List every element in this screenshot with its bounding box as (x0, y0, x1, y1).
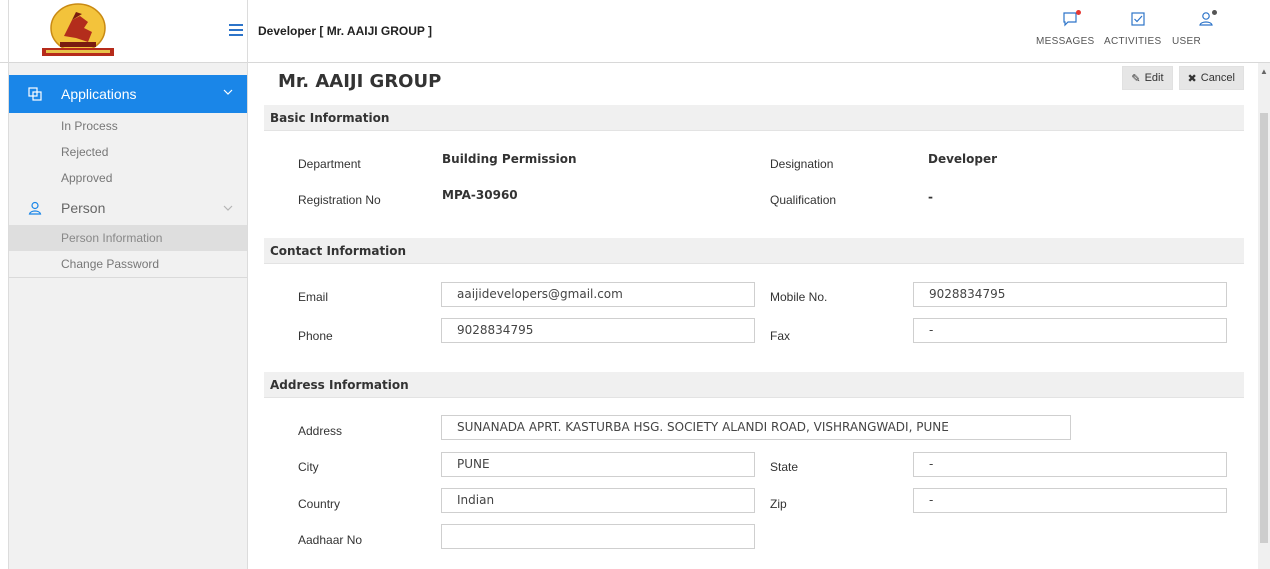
user-label: USER (1172, 36, 1201, 47)
designation-value: Developer (928, 152, 998, 166)
department-label: Department (298, 157, 361, 171)
menu-toggle-icon[interactable] (229, 24, 243, 36)
department-value: Building Permission (442, 152, 577, 166)
basic-info-heading: Basic Information (264, 105, 1244, 131)
aadhaar-field[interactable] (441, 524, 755, 549)
designation-label: Designation (770, 157, 834, 171)
scrollbar-thumb[interactable] (1260, 113, 1268, 543)
sidebar-item-in-process[interactable]: In Process (9, 113, 247, 139)
sidebar-item-person-information[interactable]: Person Information (9, 225, 247, 251)
mobile-field[interactable]: 9028834795 (913, 282, 1227, 307)
main-content: Mr. AAIJI GROUP ✎ Edit ✖ Cancel Basic In… (258, 63, 1258, 569)
edit-icon: ✎ (1131, 72, 1141, 85)
zip-field[interactable]: - (913, 488, 1227, 513)
person-icon (28, 201, 42, 215)
email-label: Email (298, 290, 329, 304)
city-field[interactable]: PUNE (441, 452, 755, 477)
close-icon: ✖ (1187, 72, 1197, 85)
messages-label: MESSAGES (1036, 36, 1095, 47)
mobile-label: Mobile No. (770, 290, 828, 304)
state-label: State (770, 460, 799, 474)
user-button[interactable]: USER (1172, 6, 1240, 47)
chevron-down-icon (223, 205, 233, 211)
top-bar: Developer [ Mr. AAIJI GROUP ] MESSAGES A… (0, 0, 1270, 63)
zip-label: Zip (770, 497, 787, 511)
logo-area (8, 0, 248, 63)
qualification-label: Qualification (770, 193, 837, 207)
sidebar-item-approved[interactable]: Approved (9, 165, 247, 191)
page-title: Mr. AAIJI GROUP (278, 71, 442, 92)
fax-field[interactable]: - (913, 318, 1227, 343)
email-field[interactable]: aaijidevelopers@gmail.com (441, 282, 755, 307)
address-field[interactable]: SUNANADA APRT. KASTURBA HSG. SOCIETY ALA… (441, 415, 1071, 440)
phone-label: Phone (298, 329, 333, 343)
status-dot (1212, 10, 1217, 15)
chevron-down-icon (223, 89, 233, 95)
sidebar: Applications In Process Rejected Approve… (8, 63, 248, 569)
sidebar-item-rejected[interactable]: Rejected (9, 139, 247, 165)
contact-info-heading: Contact Information (264, 238, 1244, 264)
aadhaar-label: Aadhaar No (298, 533, 363, 547)
edit-label: Edit (1144, 72, 1164, 84)
header-title: Developer [ Mr. AAIJI GROUP ] (258, 24, 433, 38)
messages-button[interactable]: MESSAGES (1036, 6, 1104, 47)
scroll-up-icon[interactable]: ▲ (1260, 67, 1268, 76)
sidebar-item-change-password[interactable]: Change Password (9, 251, 247, 277)
sidebar-section-label: Person (61, 200, 106, 216)
activities-label: ACTIVITIES (1104, 36, 1162, 47)
country-field[interactable]: Indian (441, 488, 755, 513)
notification-dot (1076, 10, 1081, 15)
fax-label: Fax (770, 329, 791, 343)
sidebar-section-label: Applications (61, 86, 137, 102)
cancel-label: Cancel (1200, 72, 1235, 84)
address-info-heading: Address Information (264, 372, 1244, 398)
logo (42, 3, 114, 56)
vertical-scrollbar[interactable]: ▲ (1258, 63, 1270, 569)
registration-label: Registration No (298, 193, 381, 207)
sidebar-section-applications[interactable]: Applications (9, 75, 247, 113)
qualification-value: - (928, 190, 933, 204)
phone-field[interactable]: 9028834795 (441, 318, 755, 343)
cancel-button[interactable]: ✖ Cancel (1178, 66, 1244, 90)
address-label: Address (298, 424, 343, 438)
registration-value: MPA-30960 (442, 188, 518, 202)
state-field[interactable]: - (913, 452, 1227, 477)
city-label: City (298, 460, 319, 474)
applications-icon (28, 87, 42, 101)
checkbox-icon (1131, 12, 1145, 26)
edit-button[interactable]: ✎ Edit (1122, 66, 1173, 90)
activities-button[interactable]: ACTIVITIES (1104, 6, 1172, 47)
country-label: Country (298, 497, 341, 511)
sidebar-section-person[interactable]: Person (9, 191, 247, 225)
